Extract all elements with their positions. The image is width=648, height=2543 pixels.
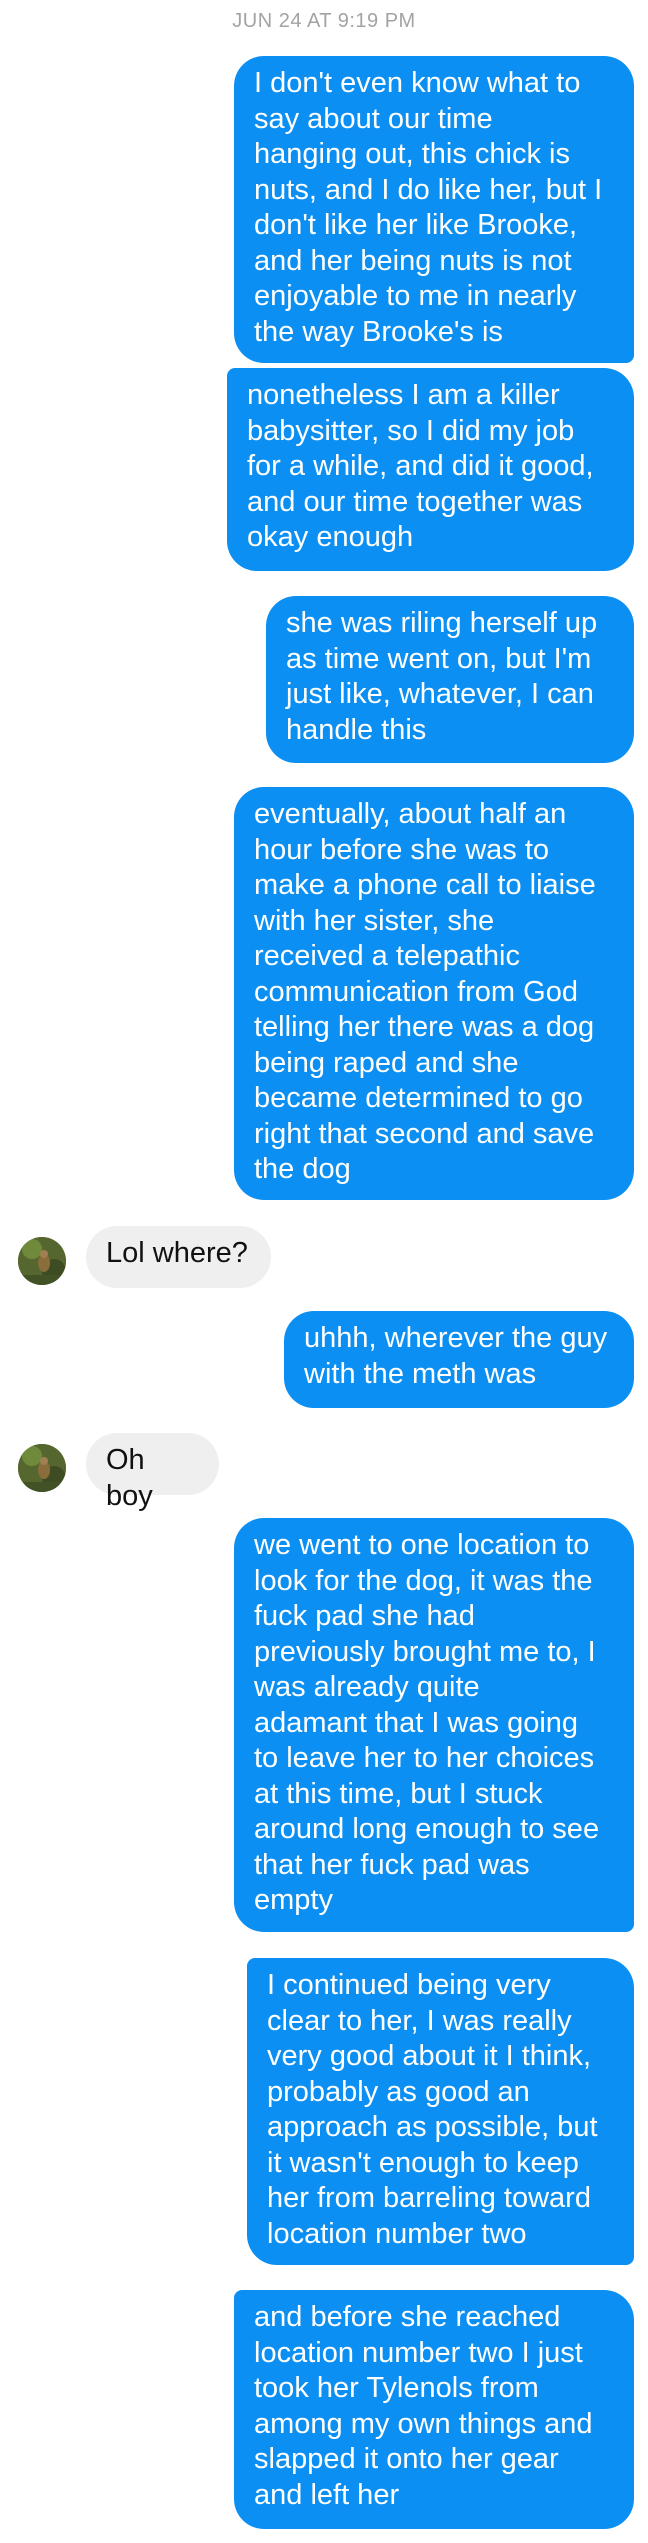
contact-avatar-icon[interactable] [18,1444,66,1492]
message-bubble-outgoing[interactable]: I don't even know what to say about our … [234,56,634,363]
message-bubble-outgoing[interactable]: we went to one location to look for the … [234,1518,634,1932]
message-bubble-incoming[interactable]: Oh boy [86,1433,219,1512]
message-bubble-outgoing[interactable]: eventually, about half an hour before sh… [234,787,634,1200]
message-bubble-outgoing[interactable]: uhhh, wherever the guy with the meth was [284,1311,634,1408]
message-bubble-outgoing[interactable]: I continued being very clear to her, I w… [247,1958,634,2265]
contact-avatar-icon[interactable] [18,1237,66,1285]
message-bubble-outgoing[interactable]: nonetheless I am a killer babysitter, so… [227,368,634,571]
message-bubble-outgoing[interactable]: she was riling herself up as time went o… [266,596,634,763]
message-bubble-incoming[interactable]: Lol where? [86,1226,271,1288]
message-timestamp: JUN 24 AT 9:19 PM [232,10,416,32]
message-bubble-outgoing[interactable]: and before she reached location number t… [234,2290,634,2529]
